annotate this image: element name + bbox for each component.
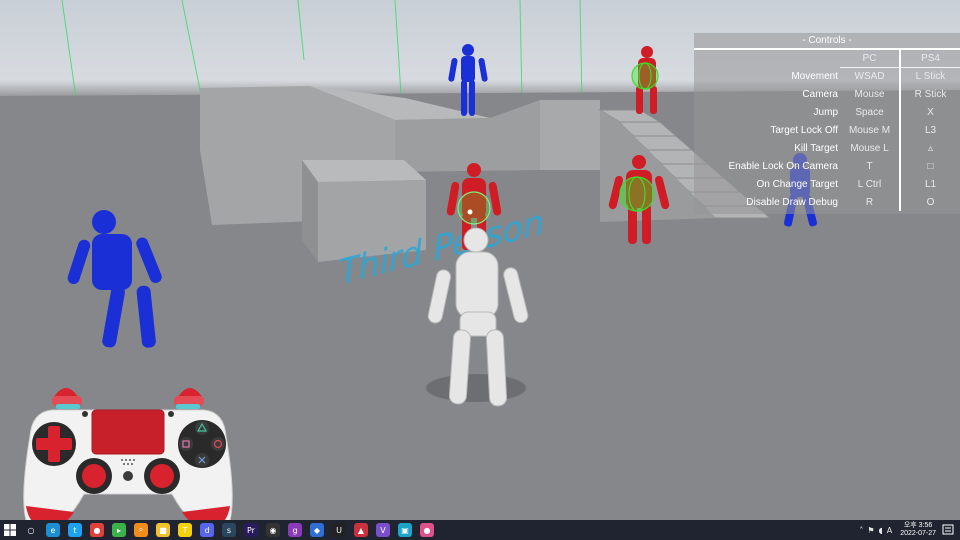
start-button[interactable] [0, 520, 20, 540]
taskbar-app-app-pink-icon[interactable]: ● [420, 523, 434, 537]
taskbar-app-steam-icon[interactable]: s [222, 523, 236, 537]
controls-action-label: Kill Target [794, 142, 838, 154]
tray-network-icon[interactable]: ⚑ [867, 526, 874, 535]
controls-header-action [694, 50, 840, 67]
taskbar-app-discord-icon[interactable]: d [200, 523, 214, 537]
ps-logo-icon [123, 471, 133, 481]
controls-pc-key: Mouse L [850, 142, 889, 154]
controls-row: Kill Target Mouse L ▵ [694, 139, 960, 157]
controls-ps4-key: R Stick [899, 85, 960, 103]
controls-pc-key: Mouse M [848, 124, 891, 136]
system-tray: ˄ ⚑ ◖ A 오후 3:56 2022-07-27 [857, 520, 960, 540]
target-marker [467, 209, 473, 215]
controls-row: Target Lock Off Mouse M L3 [694, 121, 960, 139]
clock-time: 오후 3:56 [903, 522, 933, 529]
controls-panel: - Controls - PC PS4 Movement WSAD L Stick C… [694, 33, 960, 214]
taskbar-app-search-tool-icon[interactable]: ⌕ [134, 523, 148, 537]
taskbar-app-app-red-icon[interactable]: ▲ [354, 523, 368, 537]
controls-row: Disable Draw Debug R O [694, 193, 960, 211]
taskbar-clock[interactable]: 오후 3:56 2022-07-27 [900, 522, 936, 538]
windows-taskbar: ○ e t ● ▸ ⌕ ■ Td s Pr ◉ g ◆ U ▲ V ▣ ● ˄ ⚑ ◖ A 오후 3:56 202… [0, 520, 960, 540]
controls-ps4-key: X [899, 103, 960, 121]
taskbar-app-app-cyan-icon[interactable]: ▣ [398, 523, 412, 537]
controls-pc-key: R [865, 196, 874, 208]
taskbar-app-premiere-icon[interactable]: Pr [244, 523, 258, 537]
tray-expand-icon[interactable]: ˄ [859, 526, 863, 535]
controls-ps4-key: □ [899, 157, 960, 175]
square-icon [179, 437, 193, 451]
controls-action-label: Disable Draw Debug [746, 196, 838, 208]
touchpad-icon [91, 409, 165, 455]
controls-pc-key: Mouse [854, 88, 885, 100]
taskbar-app-explorer-icon[interactable]: ■ [156, 523, 170, 537]
controls-action-label: On Change Target [756, 178, 838, 190]
controls-row: Jump Space X [694, 103, 960, 121]
controls-ps4-key: L Stick [899, 67, 960, 85]
game-viewport[interactable]: Third Person - Controls - PC PS4 Movemen… [0, 0, 960, 520]
controls-action-label: Camera [802, 88, 838, 100]
controls-pc-key: Space [855, 106, 884, 118]
controls-action-label: Target Lock Off [770, 124, 838, 136]
tray-volume-icon[interactable]: ◖ [878, 526, 882, 535]
controls-ps4-key: L3 [899, 121, 960, 139]
notification-icon[interactable] [942, 524, 954, 536]
dpad-icon [32, 422, 76, 466]
taskbar-app-visual-studio-icon[interactable]: V [376, 523, 390, 537]
controls-ps4-key: L1 [899, 175, 960, 193]
controls-action-label: Enable Lock On Camera [728, 160, 838, 172]
circle-icon [211, 437, 225, 451]
taskbar-app-app-green-icon[interactable]: ▸ [112, 523, 126, 537]
controls-pc-key: WSAD [854, 70, 885, 82]
tray-ime-icon[interactable]: A [887, 526, 892, 535]
controls-pc-key: T [866, 160, 873, 172]
controls-action-label: Jump [813, 106, 838, 118]
controls-row: Movement WSAD L Stick [694, 67, 960, 85]
taskbar-app-unreal-icon[interactable]: U [332, 523, 346, 537]
controls-pc-key: L Ctrl [857, 178, 882, 190]
controls-row: On Change Target L Ctrl L1 [694, 175, 960, 193]
taskbar-app-kakaotalk-icon[interactable]: T [178, 523, 192, 537]
controls-action-label: Movement [791, 70, 838, 82]
clock-date: 2022-07-27 [900, 530, 936, 537]
controls-title: - Controls - [694, 33, 960, 50]
controls-header-pc: PC [840, 50, 900, 68]
controls-header-ps4: PS4 [899, 50, 960, 68]
controls-header-row: PC PS4 [694, 50, 960, 68]
taskbar-app-app-dark-icon[interactable]: ◉ [266, 523, 280, 537]
controls-ps4-key: O [899, 193, 960, 211]
taskbar-app-chrome-icon[interactable]: ● [90, 523, 104, 537]
ps4-controller-overlay [23, 388, 233, 520]
taskbar-app-github-icon[interactable]: g [288, 523, 302, 537]
taskbar-app-search-icon[interactable]: ○ [24, 523, 38, 537]
windows-logo-icon [4, 524, 16, 536]
taskbar-app-app-blue-icon[interactable]: ◆ [310, 523, 324, 537]
controls-table: PC PS4 Movement WSAD L Stick Camera Mouse R S… [694, 50, 960, 211]
triangle-icon [195, 421, 209, 435]
controls-row: Camera Mouse R Stick [694, 85, 960, 103]
taskbar-app-edge-icon[interactable]: e [46, 523, 60, 537]
cross-icon [195, 453, 209, 467]
controls-ps4-key: ▵ [899, 139, 960, 157]
controls-row: Enable Lock On Camera T □ [694, 157, 960, 175]
taskbar-app-twitter-icon[interactable]: t [68, 523, 82, 537]
